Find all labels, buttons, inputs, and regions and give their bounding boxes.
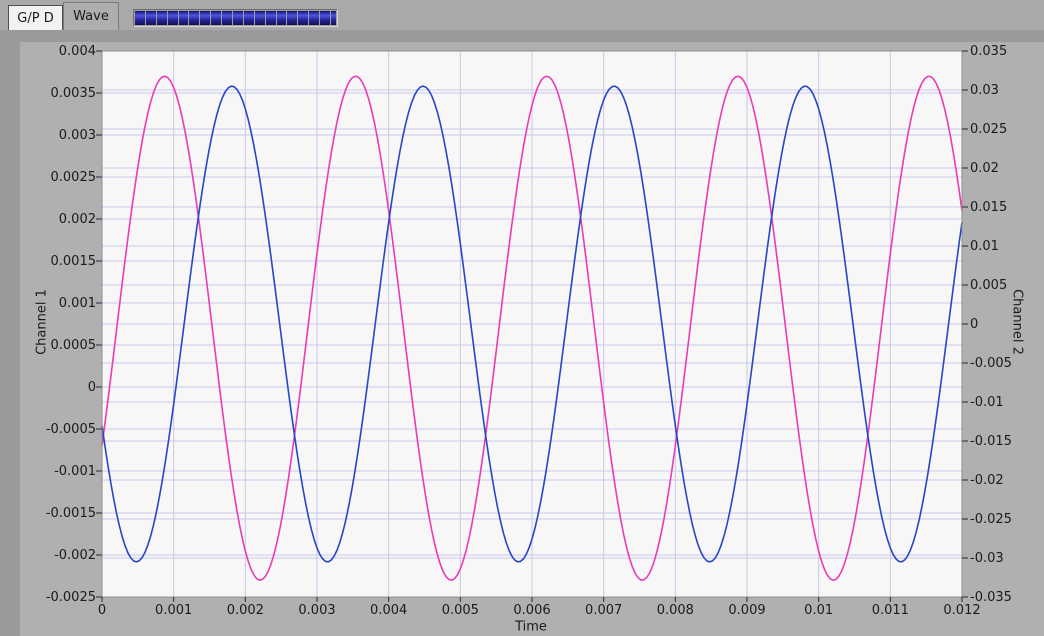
x-axis-tick-label: 0.011 bbox=[871, 603, 909, 618]
x-axis-tick-label: 0.006 bbox=[513, 603, 551, 618]
right-axis-tick-label: -0.005 bbox=[970, 356, 1012, 371]
right-axis-tick-label: 0.025 bbox=[970, 122, 1008, 137]
left-axis-tick-label: 0.004 bbox=[58, 44, 96, 59]
left-axis-tick-label: 0.003 bbox=[58, 128, 96, 143]
left-axis-tick-label: -0.0005 bbox=[45, 422, 96, 437]
left-axis-tick-label: 0.0005 bbox=[50, 338, 97, 353]
x-axis-tick-label: 0.003 bbox=[298, 603, 336, 618]
left-axis-tick-label: -0.0015 bbox=[45, 506, 96, 521]
right-axis-tick-label: -0.015 bbox=[970, 434, 1012, 449]
left-axis-tick-label: -0.001 bbox=[54, 464, 96, 479]
right-axis-tick-label: 0.035 bbox=[970, 44, 1008, 59]
right-axis-tick-label: 0.005 bbox=[970, 278, 1008, 293]
right-axis-tick-label: 0 bbox=[970, 317, 979, 332]
x-axis-tick-label: 0.007 bbox=[585, 603, 623, 618]
right-axis-title: Channel 2 bbox=[1009, 289, 1025, 355]
x-axis-tick-label: 0.012 bbox=[943, 603, 981, 618]
left-axis-tick-label: 0.001 bbox=[58, 296, 96, 311]
right-axis-tick-label: 0.01 bbox=[970, 239, 999, 254]
right-axis-tick-label: 0.02 bbox=[970, 161, 999, 176]
left-axis-tick-label: 0.0025 bbox=[50, 170, 97, 185]
right-axis-tick-label: -0.03 bbox=[970, 551, 1004, 566]
right-axis-tick-label: -0.01 bbox=[970, 395, 1004, 410]
left-axis-tick-label: 0.0015 bbox=[50, 254, 97, 269]
left-axis-tick-label: -0.002 bbox=[54, 548, 96, 563]
right-axis-tick-label: -0.02 bbox=[970, 473, 1004, 488]
left-axis-tick-label: 0.002 bbox=[58, 212, 96, 227]
right-axis-tick-label: -0.025 bbox=[970, 512, 1012, 527]
x-axis-tick-label: 0.009 bbox=[728, 603, 766, 618]
right-axis-tick-label: 0.015 bbox=[970, 200, 1008, 215]
x-axis-tick-label: 0.008 bbox=[656, 603, 694, 618]
x-axis-title: Time bbox=[515, 619, 547, 635]
x-axis-tick-label: 0.01 bbox=[804, 603, 834, 618]
left-axis-tick-label: 0.0035 bbox=[50, 86, 97, 101]
x-axis-tick-label: 0.001 bbox=[155, 603, 193, 618]
left-axis-tick-label: 0 bbox=[87, 380, 96, 395]
x-axis-tick-label: 0 bbox=[97, 603, 107, 618]
plot-area-svg[interactable] bbox=[0, 0, 1044, 636]
labview-front-panel: G/P D Wave Channel 1 Channel 2 Time 0.00… bbox=[0, 0, 1044, 636]
x-axis-tick-label: 0.002 bbox=[226, 603, 264, 618]
x-axis-tick-label: 0.004 bbox=[370, 603, 408, 618]
x-axis-tick-label: 0.005 bbox=[441, 603, 479, 618]
right-axis-tick-label: 0.03 bbox=[970, 83, 999, 98]
